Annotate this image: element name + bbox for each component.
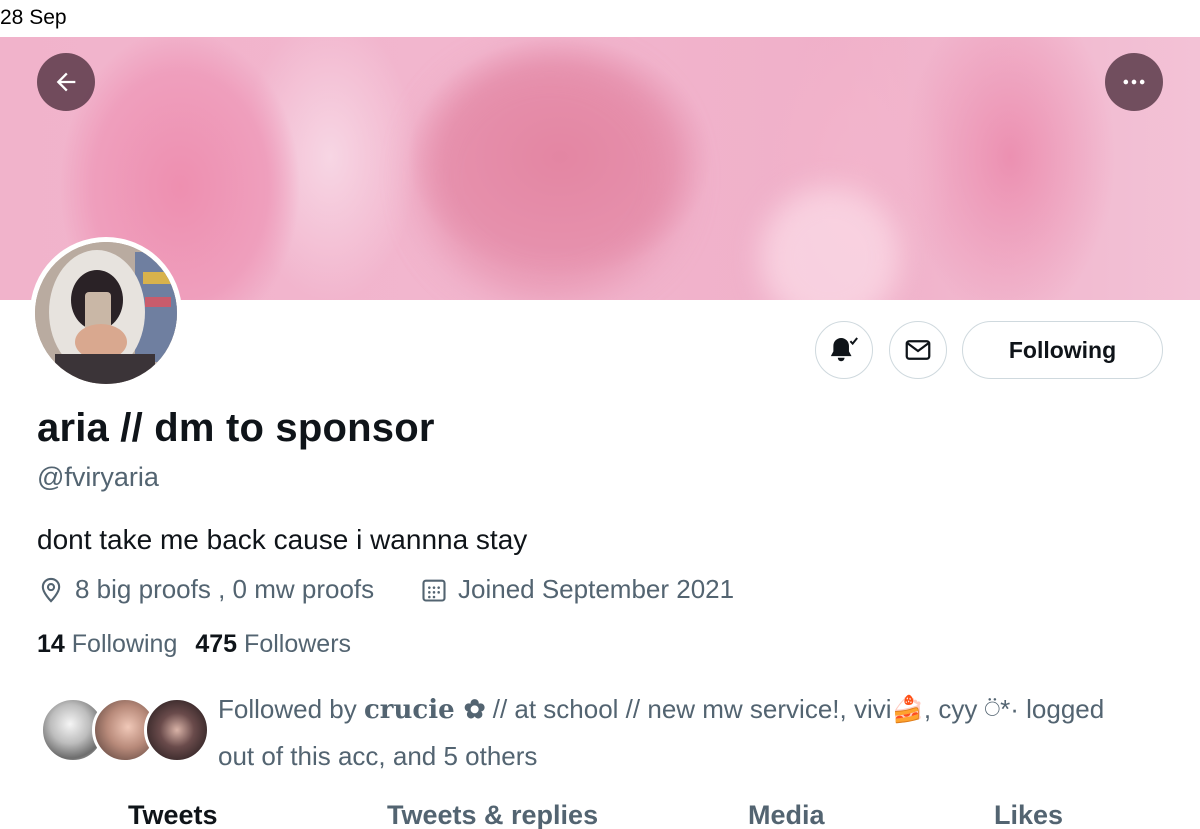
followed-by-name: crucie ✿	[363, 695, 486, 725]
profile-avatar[interactable]	[30, 237, 182, 389]
arrow-left-icon	[56, 72, 76, 92]
following-count-link[interactable]: 14 Following	[37, 630, 177, 659]
banner-texture	[420, 57, 680, 297]
profile-bio: dont take me back cause i wannna stay	[37, 524, 528, 555]
followers-label: Followers	[244, 630, 352, 658]
calendar-icon	[422, 579, 446, 602]
following-count: 14	[37, 630, 65, 658]
tab-tweets[interactable]: Tweets	[128, 800, 218, 829]
followed-by-prefix: Followed by	[218, 694, 364, 724]
message-button[interactable]	[889, 321, 947, 379]
profile-banner[interactable]	[0, 37, 1200, 300]
followers-count-link[interactable]: 475 Followers	[195, 630, 351, 659]
display-name: aria // dm to sponsor	[37, 406, 435, 450]
username-handle: @fviryaria	[37, 462, 159, 492]
profile-join-date: Joined September 2021	[420, 574, 734, 605]
notifications-button[interactable]	[815, 321, 873, 379]
profile-tabs: Tweets Tweets & replies Media Likes	[0, 800, 1200, 829]
mutual-avatar	[144, 697, 210, 763]
location-text: 8 big proofs , 0 mw proofs	[75, 574, 375, 604]
following-label: Following	[71, 630, 178, 658]
back-button[interactable]	[37, 53, 95, 111]
followed-by-rest-2: out of this acc, and 5 others	[218, 741, 538, 771]
location-pin-icon	[41, 577, 61, 603]
bell-check-icon	[830, 337, 858, 362]
tab-likes[interactable]: Likes	[994, 800, 1063, 829]
tab-tweets-replies[interactable]: Tweets & replies	[387, 800, 598, 829]
banner-texture-highlight	[760, 187, 900, 300]
mail-icon	[905, 340, 931, 360]
status-bar-date: 28 Sep	[0, 6, 67, 29]
follow-counts: 14 Following 475 Followers	[37, 630, 351, 659]
profile-location: 8 big proofs , 0 mw proofs	[37, 574, 374, 605]
followed-by-text[interactable]: Followed by crucie ✿ // at school // new…	[218, 686, 1178, 779]
following-button[interactable]: Following	[962, 321, 1163, 379]
more-dots-icon	[1123, 79, 1145, 85]
mutual-followers-avatars[interactable]	[40, 697, 210, 765]
joined-text: Joined September 2021	[458, 574, 735, 604]
more-options-button[interactable]	[1105, 53, 1163, 111]
followers-count: 475	[195, 630, 238, 658]
avatar-illustration	[35, 242, 177, 384]
followed-by-rest: // at school // new mw service!, vivi🍰, …	[485, 694, 1105, 724]
tab-media[interactable]: Media	[748, 800, 825, 829]
avatar-photo	[35, 242, 177, 384]
